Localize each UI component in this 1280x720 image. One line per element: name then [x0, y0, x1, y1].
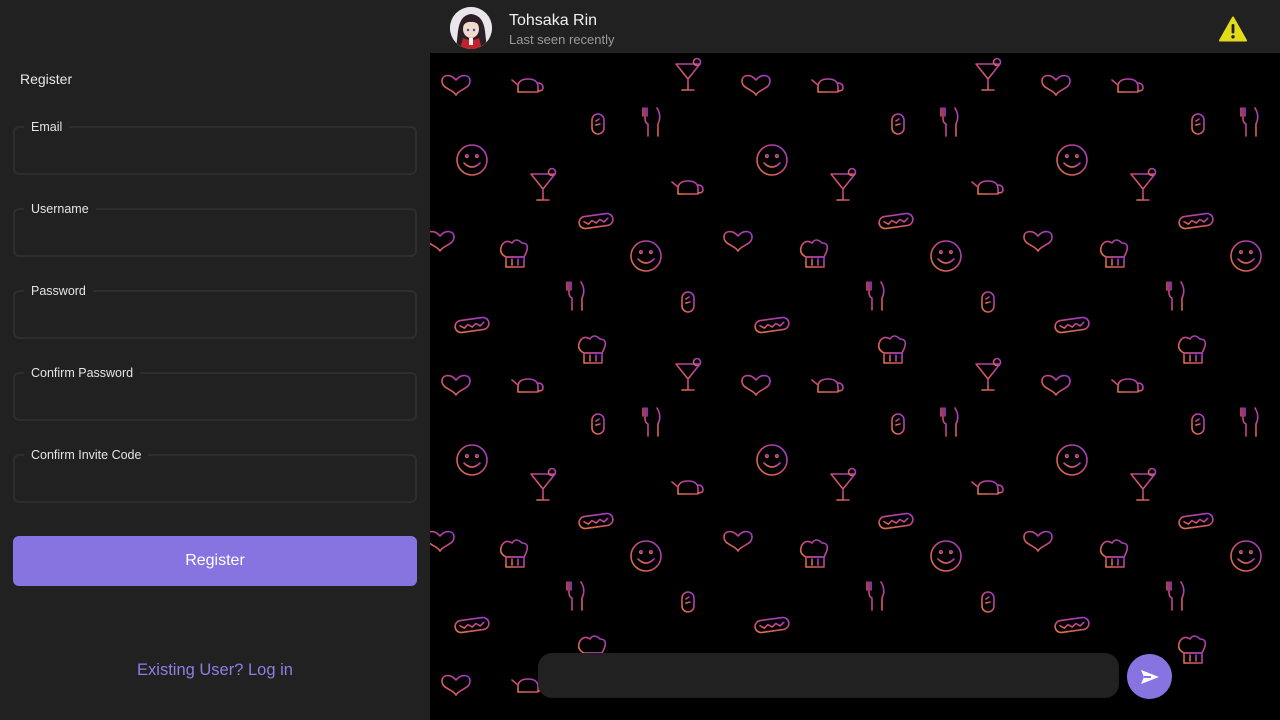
register-button[interactable]: Register: [13, 536, 417, 586]
send-arrow-icon: [1140, 669, 1159, 684]
email-field[interactable]: Email: [13, 119, 417, 175]
confirm-password-field[interactable]: Confirm Password: [13, 365, 417, 421]
contact-status: Last seen recently: [509, 32, 615, 47]
chat-header: Tohsaka Rin Last seen recently: [430, 0, 1280, 53]
register-title: Register: [20, 71, 73, 87]
username-input[interactable]: [15, 210, 415, 255]
register-panel: Register Email Username Password Confirm…: [0, 0, 430, 720]
invite-code-field[interactable]: Confirm Invite Code: [13, 447, 417, 503]
contact-name: Tohsaka Rin: [509, 12, 598, 29]
confirm-password-input[interactable]: [15, 374, 415, 419]
chat-background-pattern: [430, 57, 1262, 697]
email-input[interactable]: [15, 128, 415, 173]
avatar[interactable]: [450, 7, 492, 49]
send-button[interactable]: [1127, 654, 1172, 699]
username-field[interactable]: Username: [13, 201, 417, 257]
message-composer[interactable]: [538, 653, 1119, 698]
warning-icon[interactable]: [1219, 16, 1247, 42]
invite-code-input[interactable]: [15, 456, 415, 501]
avatar-image: [450, 7, 492, 49]
password-field[interactable]: Password: [13, 283, 417, 339]
password-input[interactable]: [15, 292, 415, 337]
chat-panel: Tohsaka Rin Last seen recently: [430, 0, 1280, 720]
message-input[interactable]: [538, 653, 1119, 698]
login-link[interactable]: Existing User? Log in: [0, 661, 430, 680]
